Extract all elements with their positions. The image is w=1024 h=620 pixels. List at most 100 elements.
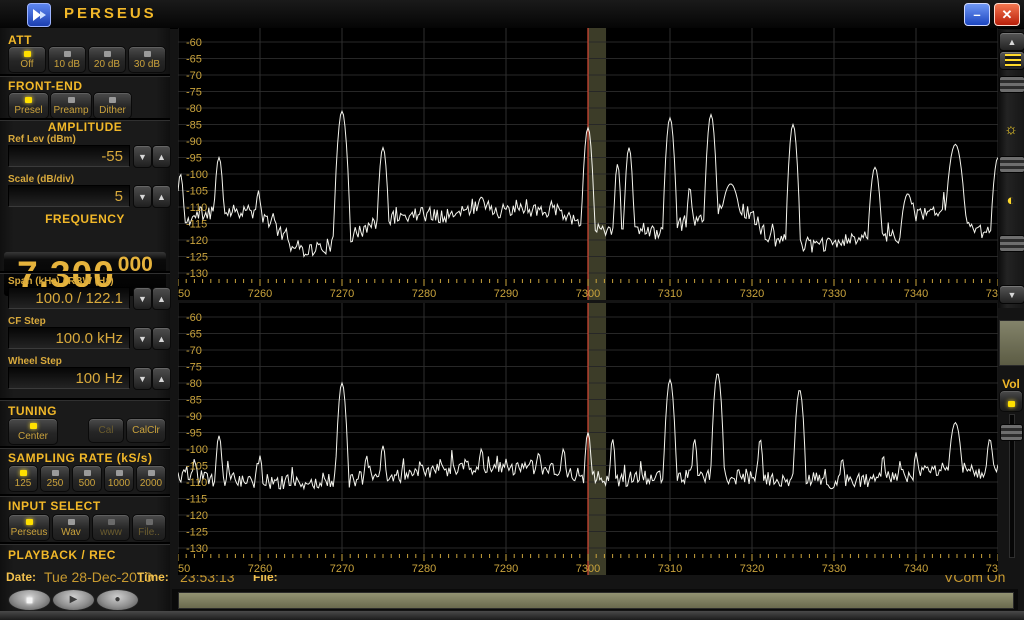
divider: [0, 494, 170, 497]
volume-slider-handle[interactable]: [1000, 424, 1023, 441]
span-down-button[interactable]: ▼: [133, 287, 152, 310]
led-indicator: [146, 519, 153, 525]
window-frame: [0, 611, 1024, 620]
rate-125-button[interactable]: 125: [8, 465, 38, 492]
att-section-label: ATT: [8, 33, 32, 47]
att-20db-button[interactable]: 20 dB: [88, 46, 126, 73]
tuning-center-button[interactable]: Center: [8, 418, 58, 445]
led-indicator: [52, 470, 59, 476]
amplitude-section-label: AMPLITUDE: [0, 120, 170, 134]
svg-text:7270: 7270: [330, 563, 354, 575]
main-spectrum-plot[interactable]: -60-65-70-75-80-85-90-95-100-105-110-115…: [178, 28, 998, 278]
rate-250-button[interactable]: 250: [40, 465, 70, 492]
svg-text:7340: 7340: [904, 288, 928, 300]
led-indicator: [148, 470, 155, 476]
play-button[interactable]: ▶: [52, 589, 95, 611]
wheel-step-label: Wheel Step: [8, 356, 62, 367]
led-indicator: [64, 51, 71, 57]
att-off-button[interactable]: Off: [8, 46, 46, 73]
frequency-scroll-thumb[interactable]: [178, 592, 1014, 609]
brightness-slider[interactable]: [999, 156, 1024, 173]
svg-text:7280: 7280: [412, 288, 436, 300]
spectrum-gain-slider[interactable]: [999, 76, 1024, 93]
volume-mute-button[interactable]: [999, 390, 1023, 412]
close-button[interactable]: ✕: [994, 3, 1020, 26]
scale-label: Scale (dB/div): [8, 174, 74, 185]
presel-button[interactable]: Presel: [8, 92, 49, 119]
record-icon: ●: [114, 595, 120, 605]
perseus-window: PERSEUS – ✕ ATT Off 10 dB 20 dB 30 dB FR…: [0, 0, 1024, 620]
wheel-step-field[interactable]: 100 Hz: [8, 367, 130, 389]
frontend-section-label: FRONT-END: [8, 79, 83, 93]
wheel-step-up-button[interactable]: ▲: [152, 367, 171, 390]
scroll-down-button[interactable]: ▼: [999, 285, 1024, 304]
ref-lev-up-button[interactable]: ▲: [152, 145, 171, 168]
palette-button[interactable]: [999, 51, 1024, 70]
stop-button[interactable]: ■: [8, 589, 51, 611]
svg-text:7330: 7330: [822, 563, 846, 575]
control-sidebar: ATT Off 10 dB 20 dB 30 dB FRONT-END Pres…: [0, 28, 170, 620]
ref-lev-field[interactable]: -55: [8, 145, 130, 167]
divider: [0, 398, 170, 401]
span-up-button[interactable]: ▲: [152, 287, 171, 310]
svg-text:-60: -60: [186, 312, 202, 324]
svg-text:7260: 7260: [248, 288, 272, 300]
input-perseus-button[interactable]: Perseus: [8, 514, 50, 541]
svg-text:7350: 7350: [986, 288, 998, 300]
svg-text:-115: -115: [186, 219, 207, 231]
divider: [0, 271, 170, 274]
playback-section-label: PLAYBACK / REC: [8, 548, 116, 562]
ref-lev-down-button[interactable]: ▼: [133, 145, 152, 168]
svg-text:-125: -125: [186, 252, 208, 264]
app-logo-icon[interactable]: [27, 3, 51, 27]
led-indicator: [30, 423, 37, 429]
scale-up-button[interactable]: ▲: [152, 185, 171, 208]
att-10db-button[interactable]: 10 dB: [48, 46, 86, 73]
tuning-cal-button[interactable]: Cal: [88, 418, 124, 443]
brightness-icon: ☼: [998, 122, 1024, 137]
input-wav-button[interactable]: Wav: [52, 514, 90, 541]
led-indicator: [108, 519, 115, 525]
cf-step-up-button[interactable]: ▲: [152, 327, 171, 350]
scale-field[interactable]: 5: [8, 185, 130, 207]
svg-text:7300: 7300: [576, 563, 600, 575]
led-indicator: [68, 97, 75, 103]
record-button[interactable]: ●: [96, 589, 139, 611]
minimize-button[interactable]: –: [964, 3, 990, 26]
tuning-section-label: TUNING: [8, 404, 57, 418]
input-www-button[interactable]: www: [92, 514, 130, 541]
display-control-strip: ▲ ☼ ◐ ▼: [998, 30, 1024, 308]
led-indicator: [116, 470, 123, 476]
svg-text:-70: -70: [186, 345, 202, 357]
rate-500-button[interactable]: 500: [72, 465, 102, 492]
contrast-slider[interactable]: [999, 235, 1024, 252]
svg-text:-130: -130: [186, 268, 208, 278]
svg-text:7250: 7250: [178, 563, 190, 575]
led-indicator: [68, 519, 75, 525]
rate-1000-button[interactable]: 1000: [104, 465, 134, 492]
rate-2000-button[interactable]: 2000: [136, 465, 166, 492]
app-title: PERSEUS: [64, 5, 157, 22]
preamp-button[interactable]: Preamp: [50, 92, 92, 119]
tuning-calclr-button[interactable]: CalClr: [126, 418, 166, 443]
span-field[interactable]: 100.0 / 122.1: [8, 287, 130, 309]
secondary-spectrum-plot[interactable]: -60-65-70-75-80-85-90-95-100-105-110-115…: [178, 303, 998, 553]
svg-text:7290: 7290: [494, 288, 518, 300]
cf-step-down-button[interactable]: ▼: [133, 327, 152, 350]
scroll-up-button[interactable]: ▲: [999, 32, 1024, 51]
title-bar: PERSEUS – ✕: [0, 0, 1024, 29]
svg-text:7270: 7270: [330, 288, 354, 300]
input-file-button[interactable]: File..: [132, 514, 166, 541]
frequency-section-label: FREQUENCY: [0, 212, 170, 226]
wheel-step-down-button[interactable]: ▼: [133, 367, 152, 390]
svg-text:7350: 7350: [986, 563, 998, 575]
cf-step-field[interactable]: 100.0 kHz: [8, 327, 130, 349]
palette-icon: [1005, 54, 1021, 67]
svg-text:-100: -100: [186, 169, 208, 181]
att-30db-button[interactable]: 30 dB: [128, 46, 166, 73]
main-spectrum-axis: 7250726072707280729073007310732073307340…: [178, 278, 998, 300]
svg-text:-95: -95: [186, 153, 202, 165]
scale-down-button[interactable]: ▼: [133, 185, 152, 208]
dither-button[interactable]: Dither: [93, 92, 132, 119]
svg-text:7320: 7320: [740, 288, 764, 300]
